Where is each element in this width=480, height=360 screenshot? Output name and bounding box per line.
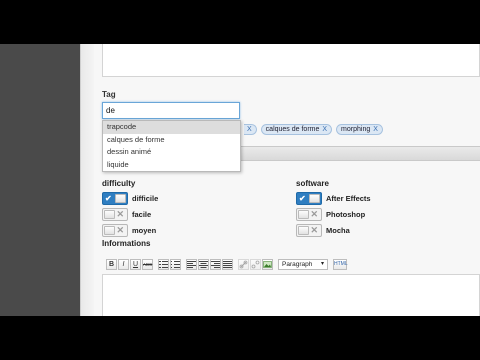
checkbox-label: moyen [132, 225, 157, 235]
tag-chip-label: morphing [341, 126, 371, 133]
close-icon: ✕ [116, 208, 124, 219]
align-left-icon[interactable] [186, 258, 197, 270]
informations-label: Informations [102, 239, 151, 248]
format-select[interactable]: Paragraph ▾ [278, 258, 328, 270]
difficulty-label: difficulty [102, 179, 136, 188]
toggle-switch[interactable]: ✕ [296, 207, 322, 221]
unlink-icon[interactable] [250, 258, 261, 270]
checkbox-label: facile [132, 209, 152, 219]
checkbox-after-effects[interactable]: ✔ After Effects [296, 191, 371, 205]
autocomplete-item[interactable]: calques de forme [103, 134, 240, 147]
tag-chip-remove-button[interactable]: X [373, 126, 378, 133]
autocomplete-item[interactable]: dessin animé [103, 146, 240, 159]
informations-editor[interactable] [102, 274, 480, 316]
close-icon: ✕ [310, 224, 318, 235]
editor-toolbar: B I U ABC Paragraph ▾ HTML [102, 256, 480, 272]
toggle-switch[interactable]: ✕ [102, 207, 128, 221]
checkbox-label: After Effects [326, 193, 371, 203]
bullet-list-icon[interactable] [158, 258, 169, 270]
html-source-button[interactable]: HTML [333, 258, 348, 270]
toggle-switch[interactable]: ✕ [102, 223, 128, 237]
image-icon[interactable] [262, 258, 273, 270]
strikethrough-button[interactable]: ABC [142, 258, 153, 270]
toggle-knob [298, 209, 309, 219]
autocomplete-item[interactable]: liquide [103, 159, 240, 172]
toggle-knob [298, 225, 309, 235]
tag-chip-remove-button[interactable]: X [247, 126, 252, 133]
content-editor-bottom[interactable] [102, 44, 480, 77]
tag-label: Tag [102, 90, 116, 99]
tag-chip: calques de forme X [260, 124, 333, 135]
underline-button[interactable]: U [130, 258, 141, 270]
checkbox-facile[interactable]: ✕ facile [102, 207, 151, 221]
toggle-knob [309, 193, 320, 203]
checkbox-difficile[interactable]: ✔ difficile [102, 191, 158, 205]
toggle-switch[interactable]: ✔ [296, 191, 322, 205]
checkbox-mocha[interactable]: ✕ Mocha [296, 223, 350, 237]
toggle-knob [104, 209, 115, 219]
checkbox-label: difficile [132, 193, 159, 203]
toggle-knob [115, 193, 126, 203]
tag-chip-list: X calques de forme X morphing X [244, 124, 383, 135]
software-label: software [296, 179, 329, 188]
numbered-list-icon[interactable] [170, 258, 181, 270]
close-icon: ✕ [116, 224, 124, 235]
tag-chip: morphing X [336, 124, 383, 135]
tag-chip-label: calques de forme [265, 126, 320, 133]
close-icon: ✕ [310, 208, 318, 219]
toggle-switch[interactable]: ✕ [296, 223, 322, 237]
chevron-down-icon: ▾ [320, 260, 324, 267]
letterbox-bottom [0, 316, 480, 360]
align-center-icon[interactable] [198, 258, 209, 270]
check-icon: ✔ [105, 193, 112, 203]
letterbox-top [0, 0, 480, 44]
align-justify-icon[interactable] [222, 258, 233, 270]
sidebar-edge [80, 44, 94, 316]
main-content: Tag trapcode calques de forme dessin ani… [94, 44, 480, 316]
tag-chip-remove-button[interactable]: X [322, 126, 327, 133]
link-icon[interactable] [238, 258, 249, 270]
admin-sidebar [0, 44, 80, 316]
tag-input[interactable] [102, 102, 240, 119]
autocomplete-item[interactable]: trapcode [103, 121, 240, 134]
bold-button[interactable]: B [106, 258, 117, 270]
tag-chip: X [244, 124, 257, 135]
check-icon: ✔ [299, 193, 306, 203]
format-select-value: Paragraph [282, 260, 313, 268]
checkbox-moyen[interactable]: ✕ moyen [102, 223, 156, 237]
checkbox-label: Mocha [326, 225, 350, 235]
align-right-icon[interactable] [210, 258, 221, 270]
checkbox-photoshop[interactable]: ✕ Photoshop [296, 207, 365, 221]
toggle-switch[interactable]: ✔ [102, 191, 128, 205]
tag-autocomplete-list: trapcode calques de forme dessin animé l… [102, 120, 241, 172]
checkbox-label: Photoshop [326, 209, 366, 219]
italic-button[interactable]: I [118, 258, 129, 270]
toggle-knob [104, 225, 115, 235]
